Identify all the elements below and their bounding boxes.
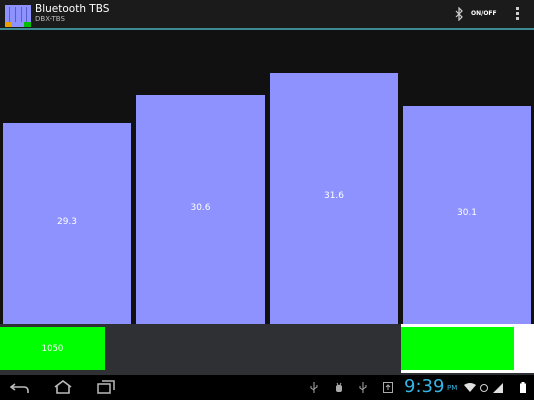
main-content: 29.3 30.6 31.6 30.1 1050 xyxy=(0,30,534,375)
signal-icon xyxy=(493,383,503,393)
home-icon[interactable] xyxy=(53,379,73,395)
bar-4-value: 30.1 xyxy=(456,208,478,218)
status-ampm: PM xyxy=(447,384,458,392)
gauge-right xyxy=(401,327,514,370)
gauge-strip: 1050 xyxy=(0,324,534,375)
bar-chart: 29.3 30.6 31.6 30.1 xyxy=(0,30,534,324)
bar-2-value: 30.6 xyxy=(190,203,211,213)
bluetooth-icon xyxy=(455,7,463,21)
gauge-right-track xyxy=(401,324,534,373)
bar-1-value: 29.3 xyxy=(56,217,78,227)
back-icon[interactable] xyxy=(10,379,30,395)
app-subtitle: DBX-TBS xyxy=(35,15,65,23)
status-clock: 9:39 xyxy=(404,376,445,397)
debug-icon xyxy=(336,382,342,392)
bar-1: 29.3 xyxy=(3,123,131,324)
app-icon[interactable] xyxy=(5,5,31,27)
bar-2: 30.6 xyxy=(136,95,265,324)
system-navigation-bar: 9:39 PM xyxy=(0,375,534,400)
bar-3: 31.6 xyxy=(270,73,398,324)
usb-icon-2 xyxy=(359,382,367,393)
gauge-left-value: 1050 xyxy=(41,344,64,354)
overflow-menu-icon[interactable] xyxy=(514,7,520,23)
onoff-button[interactable]: ON/OFF xyxy=(471,10,497,18)
battery-icon xyxy=(520,382,526,393)
bar-4: 30.1 xyxy=(403,106,531,324)
recent-apps-icon[interactable] xyxy=(96,379,116,395)
usb-icon xyxy=(310,382,318,393)
action-bar: Bluetooth TBS DBX-TBS ON/OFF xyxy=(0,0,534,28)
wifi-icon xyxy=(464,383,476,392)
gauge-left: 1050 xyxy=(0,327,105,370)
alarm-icon xyxy=(480,384,488,392)
notification-icon xyxy=(383,382,393,393)
bar-3-value: 31.6 xyxy=(323,191,345,201)
app-title: Bluetooth TBS xyxy=(35,3,110,15)
